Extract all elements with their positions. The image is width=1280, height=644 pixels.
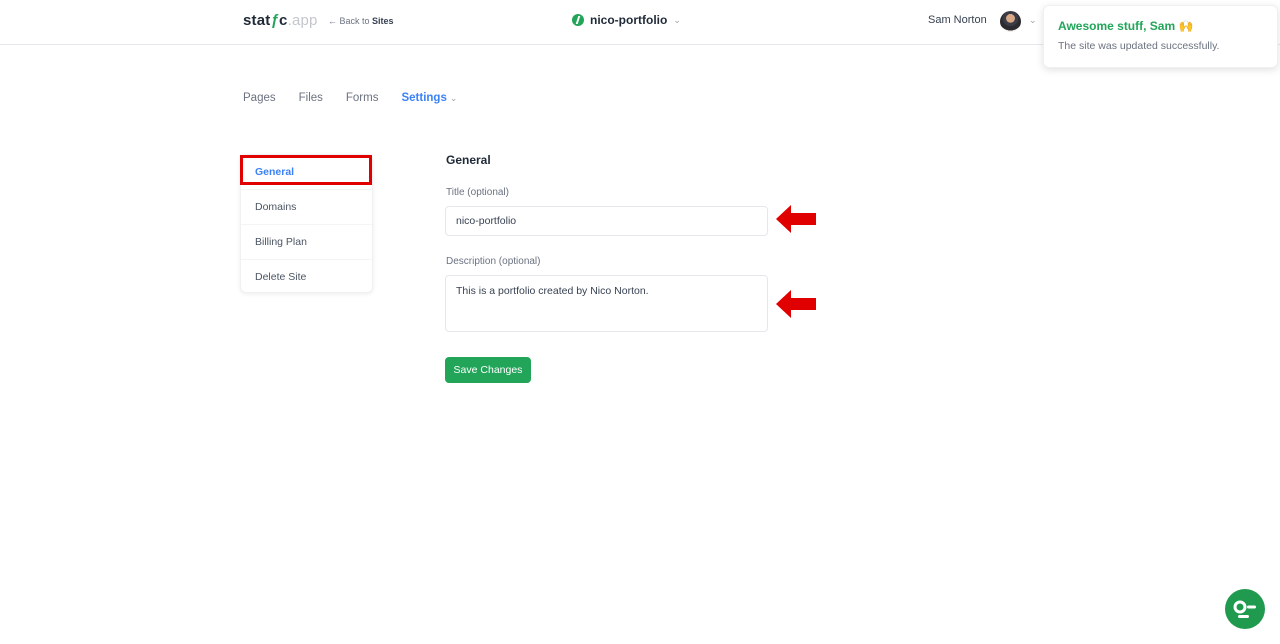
chevron-down-icon: ⌄	[673, 14, 681, 25]
back-to-sites-link[interactable]: ← Back to Sites	[328, 16, 394, 26]
logo-text-end: c	[279, 12, 288, 29]
sidebar-item-delete-site[interactable]: Delete Site	[241, 260, 372, 295]
tab-files[interactable]: Files	[299, 92, 323, 104]
user-name[interactable]: Sam Norton	[928, 14, 987, 26]
chevron-down-icon[interactable]: ⌄	[1029, 15, 1037, 26]
chevron-down-icon: ⌄	[449, 93, 458, 103]
logo-text: stat	[243, 12, 271, 29]
toast-title: Awesome stuff, Sam 🙌	[1058, 19, 1194, 33]
settings-sidebar: General Domains Billing Plan Delete Site	[240, 154, 373, 293]
toast-message: The site was updated successfully.	[1058, 40, 1220, 52]
chat-widget-button[interactable]	[1225, 589, 1265, 629]
site-name: nico-portfolio	[590, 13, 668, 27]
tab-pages[interactable]: Pages	[243, 92, 276, 104]
logo[interactable]: statƒc.app	[243, 12, 318, 29]
sidebar-item-general[interactable]: General	[241, 155, 372, 190]
back-link-target: Sites	[372, 16, 394, 26]
site-nav: Pages Files Forms Settings ⌄	[243, 92, 457, 104]
annotation-arrow-icon	[776, 205, 816, 233]
back-link-prefix: ← Back to	[328, 16, 373, 26]
logo-suffix: .app	[287, 12, 318, 29]
description-textarea[interactable]: This is a portfolio created by Nico Nort…	[445, 275, 768, 332]
avatar[interactable]	[1000, 11, 1021, 32]
title-input[interactable]	[445, 206, 768, 236]
sidebar-item-billing-plan[interactable]: Billing Plan	[241, 225, 372, 260]
site-status-icon	[572, 14, 584, 26]
save-changes-button[interactable]: Save Changes	[445, 357, 531, 383]
tab-forms[interactable]: Forms	[346, 92, 379, 104]
logo-slash: ƒ	[270, 12, 280, 29]
section-heading: General	[446, 153, 491, 167]
tab-settings[interactable]: Settings ⌄	[401, 92, 457, 104]
site-switcher[interactable]: nico-portfolio ⌄	[572, 13, 681, 27]
annotation-arrow-icon	[776, 290, 816, 318]
description-label: Description (optional)	[446, 256, 541, 267]
chat-icon	[1233, 600, 1256, 618]
success-toast: Awesome stuff, Sam 🙌 The site was update…	[1043, 5, 1278, 68]
title-label: Title (optional)	[446, 187, 509, 198]
sidebar-item-domains[interactable]: Domains	[241, 190, 372, 225]
tab-settings-label: Settings	[401, 92, 447, 104]
